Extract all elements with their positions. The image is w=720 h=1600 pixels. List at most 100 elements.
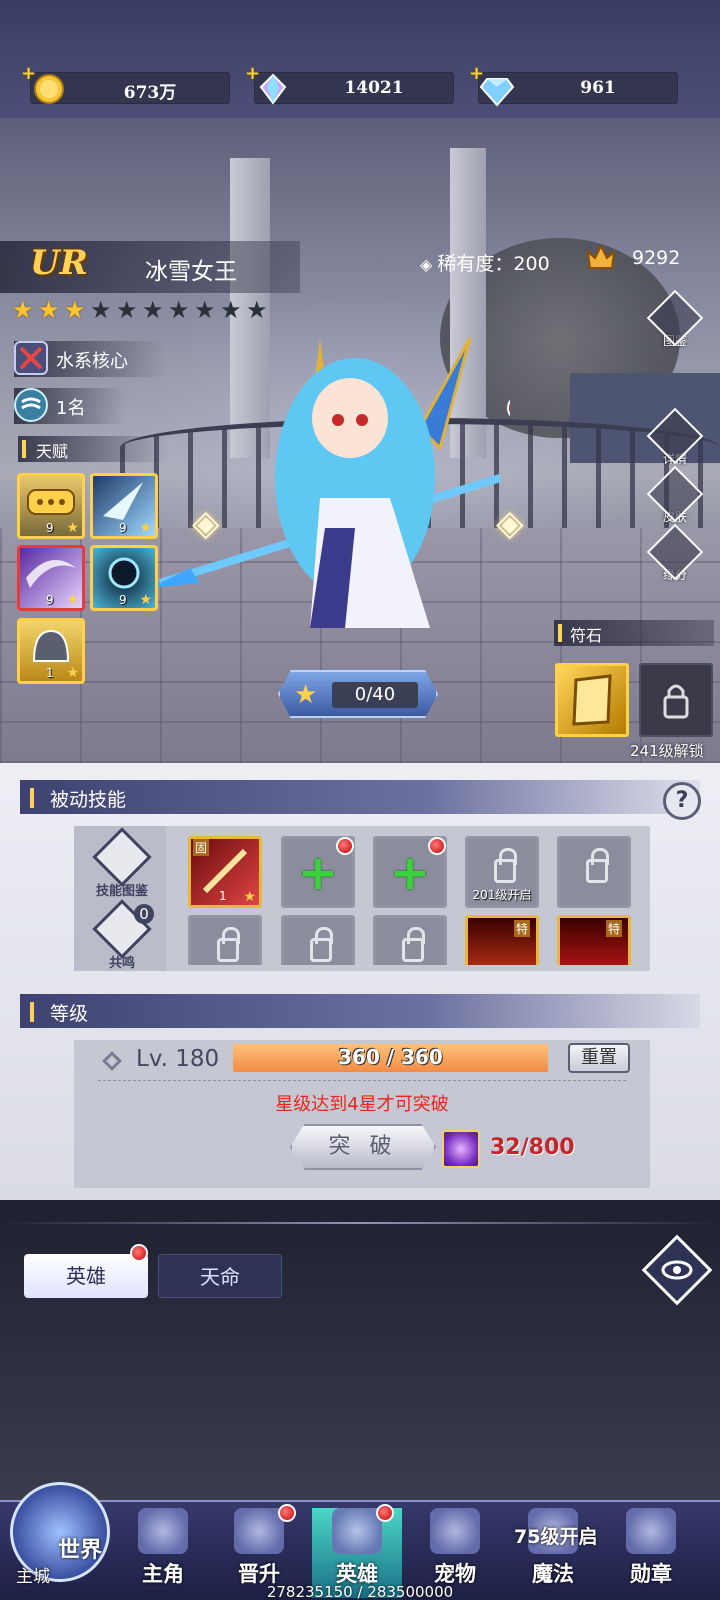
breakthrough-cost: 32/800 (490, 1135, 575, 1160)
previous-hero-arrow-icon[interactable]: ◈ (192, 503, 232, 544)
tab-hero[interactable]: 英雄 (24, 1254, 148, 1298)
talent-level: 9 (119, 521, 127, 535)
lock-icon (310, 927, 333, 962)
talent-level: 9 (46, 521, 54, 535)
lower-background (0, 1200, 720, 1500)
rune-unlock-text: 241级解锁 (630, 742, 704, 760)
grade-badge: UR (30, 243, 88, 283)
locked-skill-slot[interactable] (373, 915, 447, 965)
rank-tag: 1名 (14, 388, 124, 424)
locked-skill-slot[interactable]: 201级开启 (465, 836, 539, 908)
hero-name: 冰雪女王 (145, 259, 237, 285)
reset-button[interactable]: 重置 (568, 1043, 630, 1073)
next-hero-arrow-icon[interactable]: ◈ (496, 503, 536, 544)
talent-star-icon: ★ (139, 520, 152, 536)
special-skill-tag: 特 (605, 920, 622, 937)
power-crown-icon (586, 243, 616, 269)
notification-dot (278, 1504, 296, 1522)
passive-skill-slot[interactable]: 固 1 ★ (188, 836, 262, 908)
star-empty-icon: ★ (246, 296, 268, 324)
details-button[interactable]: 详情 (646, 407, 704, 467)
world-label: 世界 (58, 1538, 103, 1563)
lock-icon (402, 927, 425, 962)
star-filled-icon: ★ (38, 296, 60, 324)
star-empty-icon: ★ (90, 296, 112, 324)
crystal-slot[interactable]: + 14021 (245, 63, 454, 105)
magic-unlock-note: 75级开启 (514, 1526, 598, 1548)
breakthrough-button[interactable]: 突 破 (290, 1124, 436, 1170)
rune-slot-locked[interactable] (639, 663, 713, 737)
tab-fate[interactable]: 天命 (158, 1254, 282, 1298)
gold-add-icon[interactable]: + (21, 63, 36, 84)
star-empty-icon: ★ (168, 296, 190, 324)
crossed-swords-icon (14, 341, 48, 375)
star-filled-icon: ★ (64, 296, 86, 324)
add-skill-slot[interactable]: + (281, 836, 355, 908)
breakthrough-warning: 星级达到4星才可突破 (275, 1094, 449, 1115)
gallery-button[interactable]: 图鉴 (646, 289, 704, 349)
star-empty-icon: ★ (194, 296, 216, 324)
diamond-add-icon[interactable]: + (469, 63, 484, 84)
add-skill-slot[interactable]: + (373, 836, 447, 908)
decorative-divider (0, 1222, 720, 1224)
special-skill-slot[interactable]: 特 (465, 915, 539, 965)
eye-icon (661, 1260, 693, 1280)
water-element-icon (14, 388, 48, 422)
rank-label: 1名 (56, 398, 86, 419)
gold-slot[interactable]: + 673万 (21, 63, 230, 104)
talent-slot[interactable]: 9 ★ (17, 545, 85, 611)
plus-icon: + (297, 845, 339, 901)
footer-progress-count: 278235150 / 283500000 (266, 1583, 454, 1600)
star-upgrade-icon: ★ (294, 680, 318, 710)
hero-character-image[interactable] (150, 328, 510, 638)
talent-slot[interactable]: 9 ★ (90, 473, 158, 539)
talent-slot[interactable]: 9 ★ (90, 545, 158, 611)
special-skill-tag: 特 (513, 920, 530, 937)
gold-value: 673万 (123, 83, 177, 103)
promotion-icon (234, 1508, 284, 1554)
ice-shard-icon (103, 482, 143, 520)
rarity-display: ◈ 稀有度：200 (420, 249, 550, 276)
level-header: 等级 (20, 994, 700, 1028)
medal-icon (626, 1508, 676, 1554)
notification-dot (130, 1244, 148, 1262)
notification-dot (376, 1504, 394, 1522)
talent-slot[interactable]: 1 ★ (17, 618, 85, 684)
resonance-button[interactable]: 共鸣 0 (90, 899, 154, 971)
star-progress-value: 0/40 (354, 684, 396, 705)
rune-stone-icon (572, 674, 612, 726)
talent-star-icon: ★ (66, 665, 79, 681)
rune-slot-gold[interactable] (555, 663, 629, 737)
star-progress-pill[interactable]: ★ 0/40 (278, 670, 438, 718)
locked-skill-slot[interactable] (557, 836, 631, 908)
pet-icon (430, 1508, 480, 1554)
notification-dot (336, 837, 354, 855)
star-empty-icon: ★ (142, 296, 164, 324)
talent-level: 1 (46, 666, 54, 680)
crystal-add-icon[interactable]: + (245, 63, 260, 84)
crystal-value: 14021 (344, 78, 404, 98)
rarity-value: 200 (513, 253, 550, 275)
bond-button[interactable]: 缘分 (646, 523, 704, 583)
frost-burst-icon (108, 557, 140, 589)
locked-skill-slot[interactable] (281, 915, 355, 965)
passive-skill-level: 1 (219, 889, 227, 903)
rarity-diamond-icon: ◈ (420, 255, 438, 274)
talent-header: 天赋 (18, 436, 168, 462)
help-button[interactable]: ? (663, 782, 701, 820)
protagonist-icon (138, 1508, 188, 1554)
star-empty-icon: ★ (220, 296, 242, 324)
star-filled-icon: ★ (12, 296, 34, 324)
world-button[interactable]: 世界 主城 (6, 1470, 116, 1590)
skin-button[interactable]: 皮肤 (646, 465, 704, 525)
diamond-value: 961 (580, 78, 616, 98)
diamond-slot[interactable]: + 961 (469, 63, 678, 107)
skill-gallery-button[interactable]: 技能图鉴 (90, 827, 154, 899)
special-skill-slot[interactable]: 特 (557, 915, 631, 965)
slot-unlock-text: 201级开启 (472, 888, 532, 902)
talent-slot[interactable]: 9 ★ (17, 473, 85, 539)
role-tag: 水系核心 (14, 341, 164, 377)
locked-skill-slot[interactable] (188, 915, 262, 965)
rune-title: 符石 (570, 626, 603, 645)
talent-star-icon: ★ (139, 592, 152, 608)
